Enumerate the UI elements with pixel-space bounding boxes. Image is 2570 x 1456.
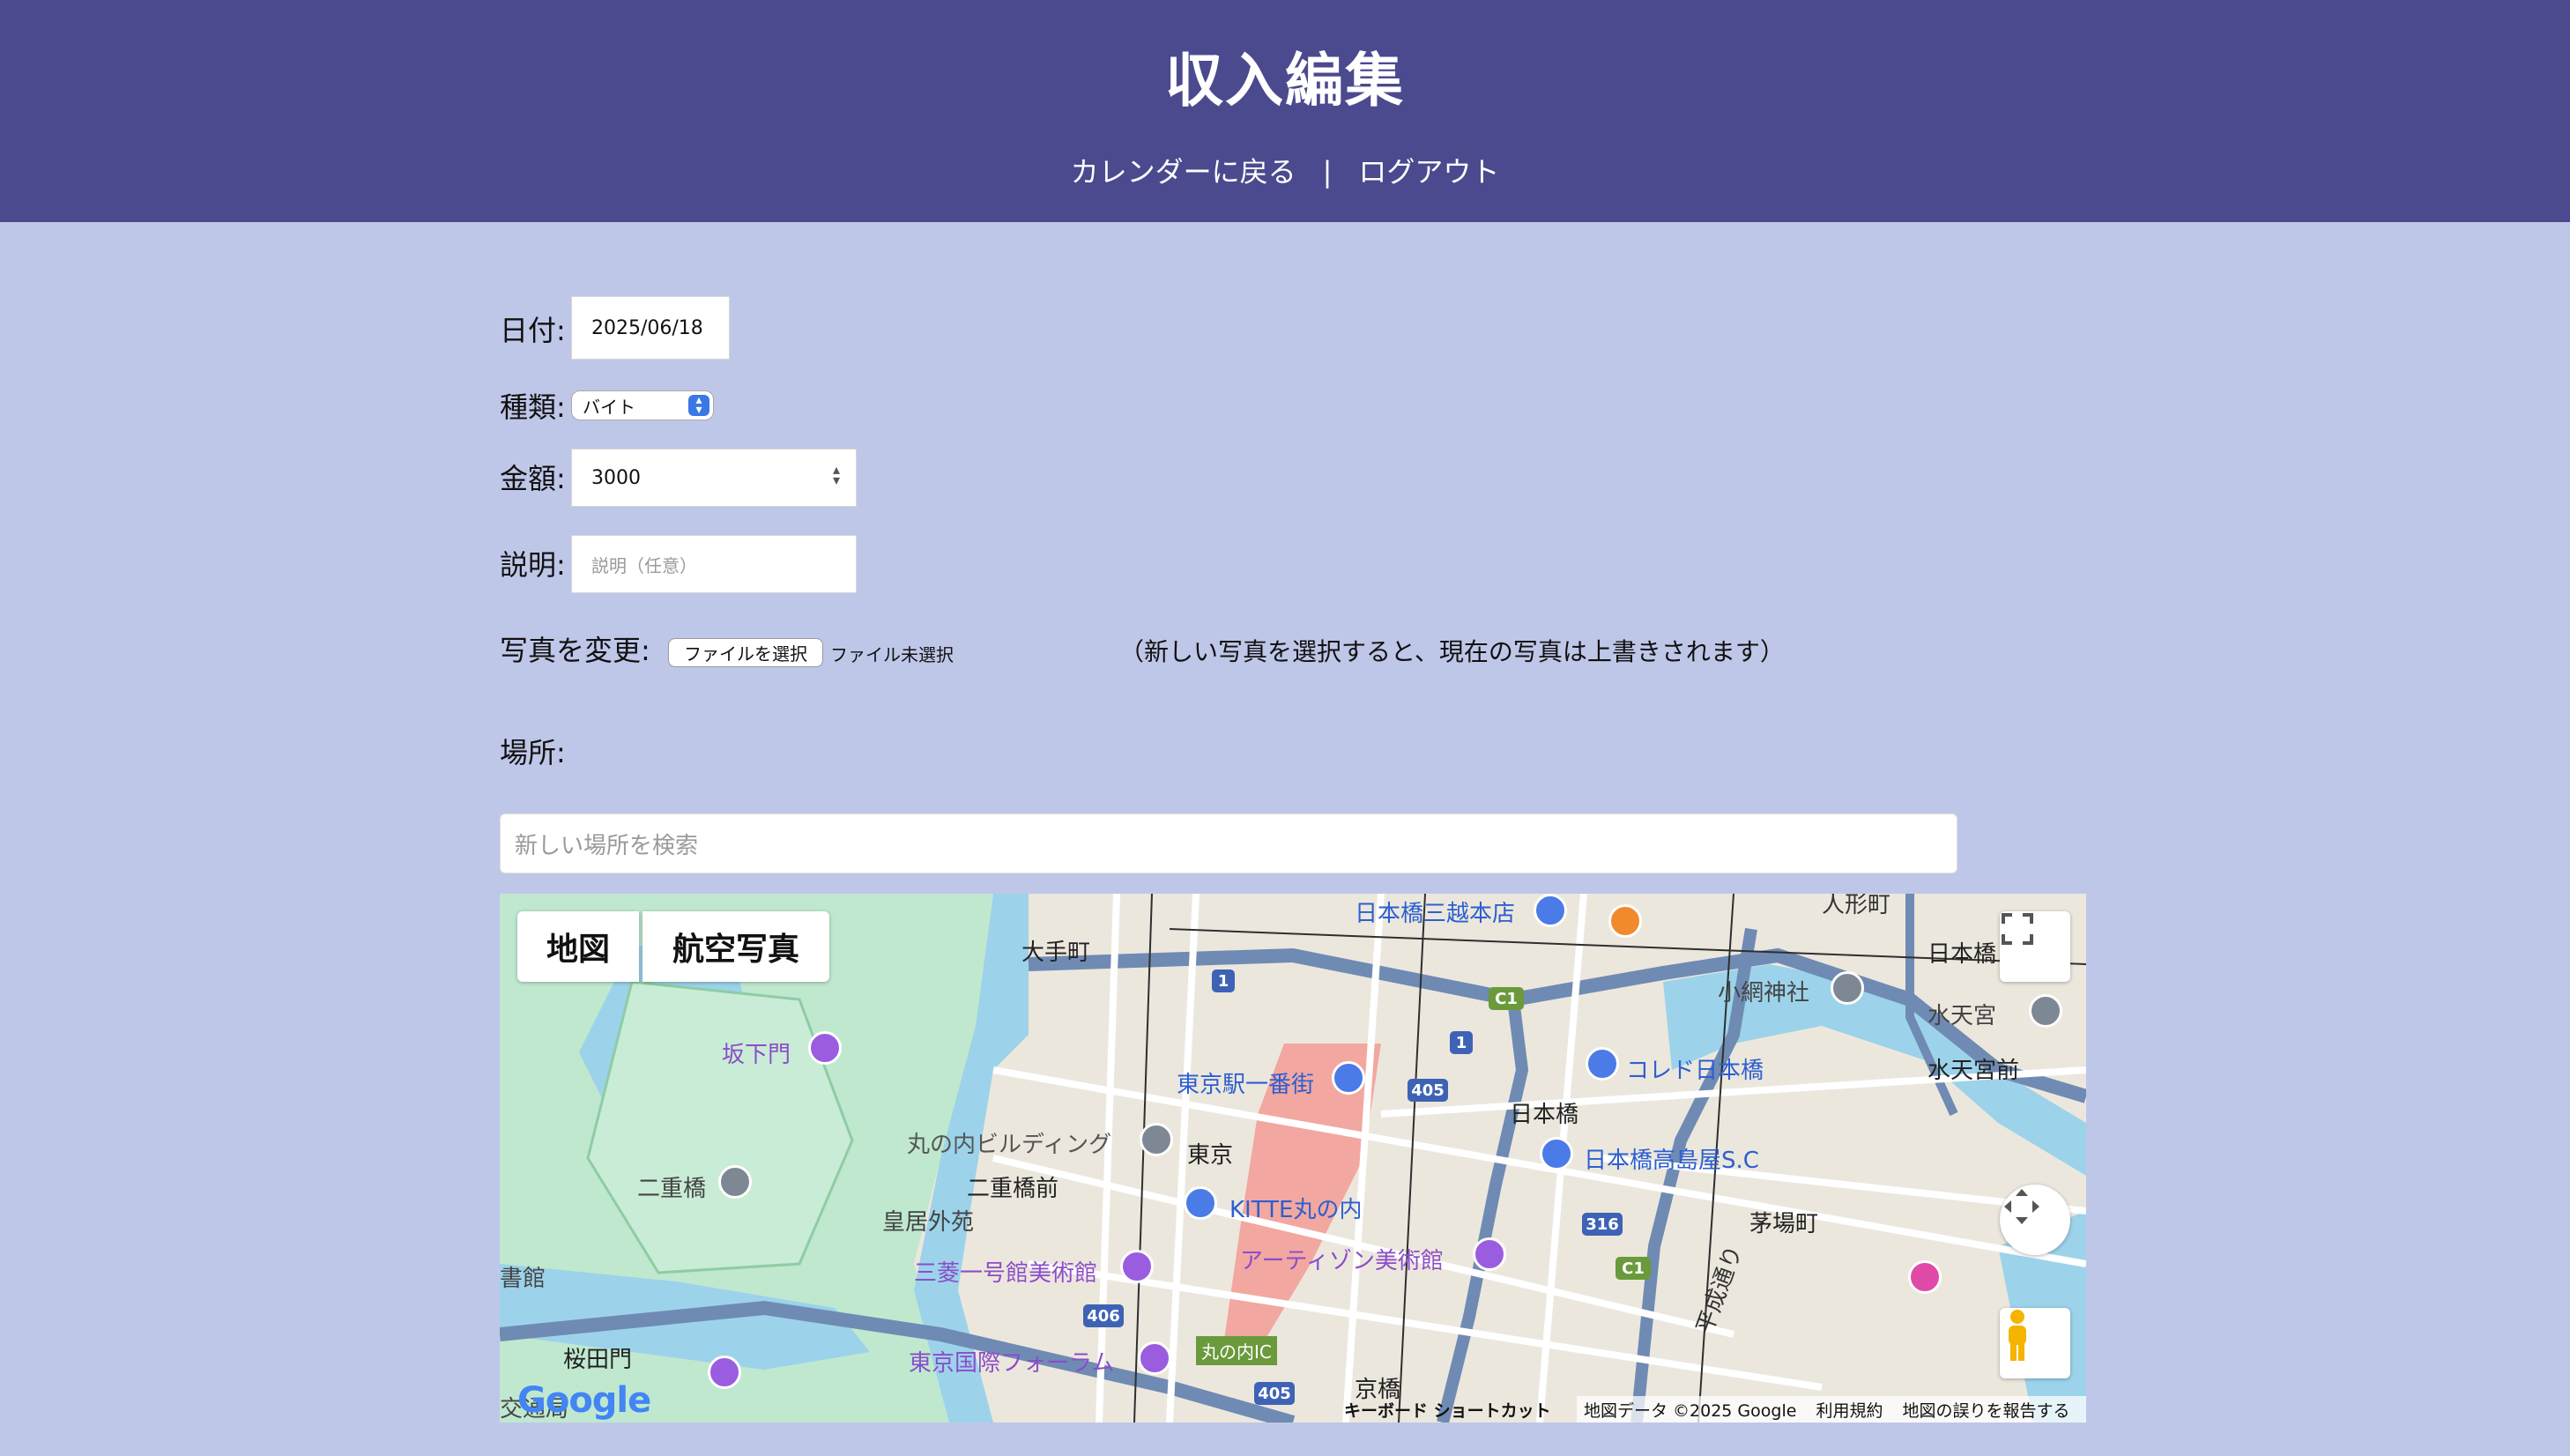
map-label: 坂下門	[722, 1042, 791, 1068]
map-label: KITTE丸の内	[1229, 1197, 1363, 1223]
map-label: 人形町	[1822, 894, 1891, 918]
report-error-link[interactable]: 地図の誤りを報告する	[1902, 1398, 2069, 1422]
map-type-satellite-button[interactable]: 航空写真	[642, 911, 829, 982]
camera-control-button[interactable]	[2000, 1185, 2070, 1255]
description-placeholder: 説明（任意）	[591, 554, 697, 576]
museum-pin-icon[interactable]	[1120, 1250, 1154, 1283]
page-title: 収入編集	[1165, 47, 1405, 115]
nav-separator: |	[1322, 155, 1333, 189]
shopping-pin-icon[interactable]	[1586, 1047, 1619, 1081]
fullscreen-button[interactable]	[2000, 911, 2070, 982]
type-selected-value: バイト	[583, 396, 635, 418]
landmark-pin-icon[interactable]	[808, 1031, 842, 1065]
page-header: 収入編集 カレンダーに戻る | ログアウト	[0, 0, 2570, 222]
landmark-pin-icon[interactable]	[1138, 1341, 1171, 1375]
date-value: 2025/06/18	[591, 316, 703, 339]
road-shield: 1	[1218, 972, 1229, 991]
shrine-pin-icon[interactable]	[1831, 971, 1864, 1005]
map-label: 丸の内ビルディング	[907, 1132, 1112, 1158]
landmark-pin-icon[interactable]	[718, 1165, 752, 1199]
header-nav: カレンダーに戻る | ログアウト	[0, 150, 2570, 190]
photo-label: 写真を変更:	[500, 634, 650, 667]
google-logo: Google	[517, 1380, 651, 1421]
description-label: 説明:	[500, 548, 566, 582]
fullscreen-icon	[2002, 913, 2033, 945]
map-label: 日本橋三越本店	[1355, 901, 1516, 927]
map-label: 東京国際フォーラム	[909, 1350, 1115, 1377]
place-search-placeholder: 新しい場所を検索	[515, 832, 699, 859]
select-chevron-icon: ▴ ▾	[688, 394, 709, 416]
amount-label: 金額:	[500, 462, 566, 495]
description-input[interactable]: 説明（任意）	[571, 535, 857, 593]
keyboard-shortcuts-link[interactable]: キーボード ショートカット	[1337, 1396, 1558, 1423]
road-shield: 406	[1087, 1307, 1120, 1326]
restaurant-pin-icon[interactable]	[1608, 904, 1642, 938]
street-view-pegman-button[interactable]	[2000, 1308, 2070, 1378]
amount-value: 3000	[591, 466, 641, 489]
place-search-input[interactable]: 新しい場所を検索	[500, 813, 1957, 873]
map-attribution-bar: 地図データ ©2025 Google 利用規約 地図の誤りを報告する	[1577, 1396, 2086, 1423]
pegman-icon	[2009, 1310, 2026, 1361]
back-to-calendar-link[interactable]: カレンダーに戻る	[1071, 155, 1296, 189]
map-label: 日本橋	[1928, 941, 1997, 968]
map-label: 日本橋	[1510, 1102, 1579, 1128]
landmark-pin-icon[interactable]	[708, 1356, 741, 1389]
map-label: 丸の内IC	[1196, 1336, 1277, 1365]
road-shield: 405	[1411, 1081, 1445, 1100]
map-view[interactable]: 1 1 C1 405 316 C1 406 405 日本橋三越本店 人形町 大手…	[500, 894, 2086, 1423]
map-label: 大手町	[1021, 940, 1091, 966]
map-label: 二重橋	[637, 1176, 707, 1202]
shrine-pin-icon[interactable]	[2029, 994, 2062, 1028]
logout-link[interactable]: ログアウト	[1358, 155, 1499, 189]
map-label: 日本橋高島屋S.C	[1584, 1148, 1759, 1174]
map-label: 小網神社	[1718, 980, 1810, 1007]
pan-arrows-icon	[2004, 1189, 2039, 1224]
shopping-pin-icon[interactable]	[1540, 1137, 1573, 1170]
photo-overwrite-note: （新しい写真を選択すると、現在の写真は上書きされます）	[1119, 637, 1785, 666]
choose-file-button[interactable]: ファイルを選択	[668, 638, 823, 667]
road-shield: C1	[1495, 990, 1518, 1008]
map-label: 水天宮前	[1928, 1058, 2020, 1084]
number-spinner-icon[interactable]: ▴ ▾	[833, 463, 840, 487]
map-type-map-button[interactable]: 地図	[517, 911, 639, 982]
road-shield: 316	[1586, 1215, 1619, 1234]
map-label: アーティゾン美術館	[1240, 1248, 1444, 1274]
map-label: コレド日本橋	[1626, 1058, 1764, 1084]
type-label: 種類:	[500, 390, 566, 424]
shopping-pin-icon[interactable]	[1184, 1186, 1217, 1220]
map-label: 東京駅一番街	[1177, 1072, 1315, 1098]
map-label: 書館	[500, 1266, 546, 1292]
date-input[interactable]: 2025/06/18	[571, 296, 730, 360]
shopping-pin-icon[interactable]	[1332, 1061, 1365, 1095]
map-label: 桜田門	[563, 1347, 633, 1373]
file-status: ファイル未選択	[830, 644, 954, 665]
road-shield: C1	[1622, 1259, 1645, 1278]
terms-link[interactable]: 利用規約	[1816, 1398, 1883, 1422]
map-label: 皇居外苑	[882, 1209, 975, 1236]
road-shield: 405	[1258, 1385, 1291, 1403]
map-label: 東京	[1187, 1142, 1234, 1169]
museum-pin-icon[interactable]	[1473, 1237, 1506, 1271]
map-data-credit: 地図データ ©2025 Google	[1584, 1400, 1797, 1421]
shopping-pin-icon[interactable]	[1534, 894, 1567, 927]
map-label: 茅場町	[1749, 1211, 1819, 1237]
date-label: 日付:	[500, 314, 566, 347]
amount-input[interactable]: 3000 ▴ ▾	[571, 449, 857, 507]
place-label: 場所:	[500, 736, 566, 769]
map-label: 三菱一号館美術館	[914, 1260, 1098, 1287]
type-select[interactable]: バイト ▴ ▾	[571, 390, 714, 420]
map-label: 二重橋前	[967, 1176, 1059, 1202]
road-shield: 1	[1456, 1034, 1467, 1052]
hotel-pin-icon[interactable]	[1908, 1260, 1942, 1294]
map-label: 水天宮	[1928, 1003, 1997, 1029]
building-pin-icon[interactable]	[1140, 1123, 1173, 1156]
